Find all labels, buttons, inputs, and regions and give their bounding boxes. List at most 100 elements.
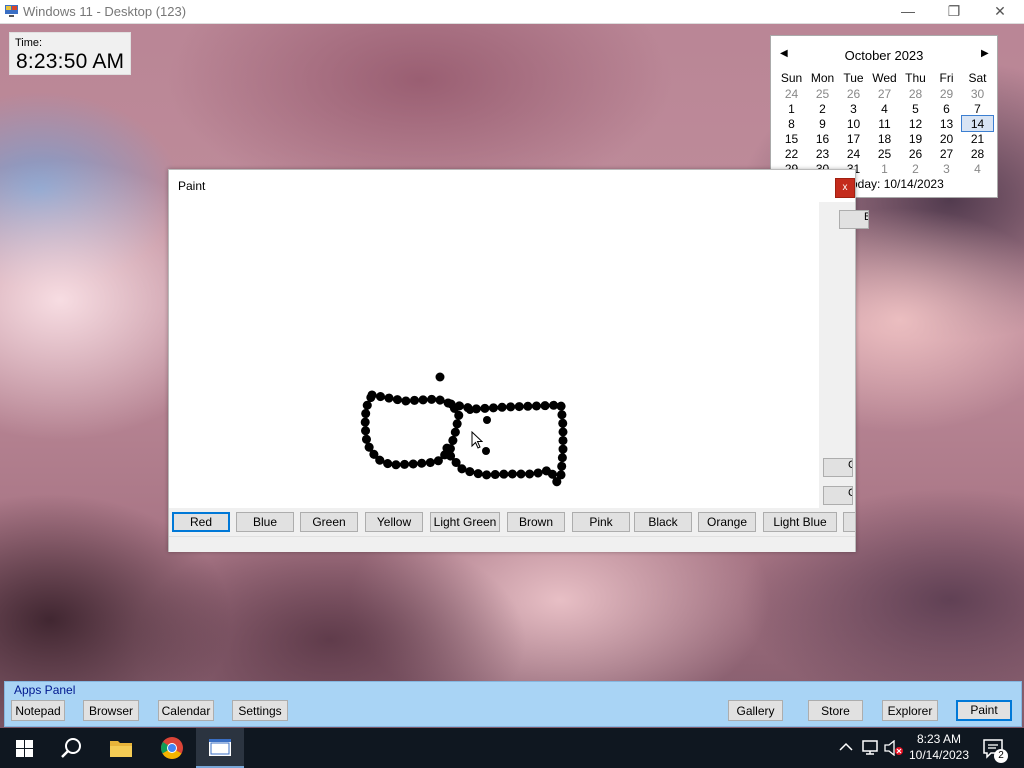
calendar-day[interactable]: 1 <box>869 161 900 176</box>
calendar-day[interactable]: 5 <box>900 101 931 116</box>
notification-count: 2 <box>998 750 1004 761</box>
calendar-day[interactable]: 13 <box>931 116 962 131</box>
color-button-yellow[interactable]: Yellow <box>365 512 423 532</box>
calendar-today-label[interactable]: Today: 10/14/2023 <box>845 177 944 191</box>
calendar-day[interactable]: 15 <box>776 131 807 146</box>
calendar-day[interactable]: 4 <box>962 161 993 176</box>
color-button-partial[interactable] <box>843 512 855 532</box>
close-button[interactable]: ✕ <box>977 0 1023 23</box>
calendar-dow: Mon <box>810 70 835 85</box>
app-window-icon <box>209 739 231 756</box>
calendar-day[interactable]: 19 <box>900 131 931 146</box>
chevron-up-icon[interactable] <box>839 742 853 752</box>
minimize-button[interactable]: — <box>885 0 931 23</box>
calendar-day[interactable]: 11 <box>869 116 900 131</box>
gallery-button[interactable]: Gallery <box>728 700 783 721</box>
paint-title-bar[interactable]: Paint <box>169 170 855 202</box>
start-button[interactable] <box>0 728 48 768</box>
file-explorer-button[interactable] <box>97 728 145 768</box>
search-button[interactable] <box>48 728 96 768</box>
calendar-day[interactable]: 4 <box>869 101 900 116</box>
color-button-blue[interactable]: Blue <box>236 512 294 532</box>
calendar-day[interactable]: 6 <box>931 101 962 116</box>
drawing-strokes <box>360 372 568 487</box>
calendar-day[interactable]: 16 <box>807 131 838 146</box>
host-title-bar: Windows 11 - Desktop (123) — ❐ ✕ <box>0 0 1024 24</box>
calendar-day[interactable]: 2 <box>807 101 838 116</box>
calendar-day[interactable]: 20 <box>931 131 962 146</box>
calendar-day[interactable]: 3 <box>838 101 869 116</box>
remote-desktop-icon <box>5 5 18 17</box>
calendar-day[interactable]: 24 <box>838 146 869 161</box>
color-button-bar: Red Blue Green Yellow Light Green Brown … <box>169 510 855 534</box>
calendar-dow: Fri <box>939 70 954 85</box>
paint-button[interactable]: Paint <box>956 700 1012 721</box>
paint-window-title: Paint <box>178 179 206 193</box>
calendar-day[interactable]: 2 <box>900 161 931 176</box>
calendar-next-button[interactable]: ▶ <box>981 48 989 59</box>
chrome-button[interactable] <box>148 728 196 768</box>
calendar-day[interactable]: 9 <box>807 116 838 131</box>
apps-panel: Apps Panel Notepad Browser Calendar Sett… <box>4 681 1022 727</box>
calendar-day[interactable]: 26 <box>900 146 931 161</box>
calendar-button[interactable]: Calendar <box>158 700 214 721</box>
calendar-dow: Tue <box>843 70 864 85</box>
maximize-button[interactable]: ❐ <box>931 0 977 23</box>
browser-button[interactable]: Browser <box>83 700 139 721</box>
host-window-title: Windows 11 - Desktop (123) <box>23 4 187 19</box>
volume-muted-icon[interactable] <box>884 740 904 756</box>
color-button-pink[interactable]: Pink <box>572 512 630 532</box>
side-button[interactable]: B <box>839 210 869 229</box>
color-button-light-blue[interactable]: Light Blue <box>763 512 837 532</box>
side-button[interactable]: C <box>823 486 853 505</box>
calendar-day[interactable]: 30 <box>962 86 993 101</box>
app-window-button[interactable] <box>196 728 244 768</box>
calendar-day[interactable]: 8 <box>776 116 807 131</box>
calendar-day[interactable]: 3 <box>931 161 962 176</box>
apps-panel-title: Apps Panel <box>14 683 76 697</box>
calendar-day[interactable]: 12 <box>900 116 931 131</box>
network-icon[interactable] <box>862 740 880 756</box>
calendar-day[interactable]: 7 <box>962 101 993 116</box>
calendar-day[interactable]: 27 <box>931 146 962 161</box>
calendar-day[interactable]: 25 <box>869 146 900 161</box>
clock-widget: Time: 8:23:50 AM <box>9 32 131 75</box>
calendar-day[interactable]: 22 <box>776 146 807 161</box>
calendar-day[interactable]: 10 <box>838 116 869 131</box>
calendar-grid: Sun Mon Tue Wed Thu Fri Sat 24 25 26 27 … <box>776 69 994 176</box>
paint-bottom-strip <box>169 536 855 552</box>
chrome-icon <box>161 737 183 759</box>
calendar-day[interactable]: 17 <box>838 131 869 146</box>
calendar-day[interactable]: 28 <box>962 146 993 161</box>
clock-label: Time: <box>15 37 43 49</box>
calendar-day[interactable]: 1 <box>776 101 807 116</box>
calendar-day[interactable]: 25 <box>807 86 838 101</box>
calendar-day[interactable]: 18 <box>869 131 900 146</box>
color-button-black[interactable]: Black <box>634 512 692 532</box>
calendar-day[interactable]: 29 <box>931 86 962 101</box>
notepad-button[interactable]: Notepad <box>11 700 65 721</box>
calendar-day[interactable]: 24 <box>776 86 807 101</box>
color-button-orange[interactable]: Orange <box>698 512 756 532</box>
color-button-light-green[interactable]: Light Green <box>430 512 500 532</box>
store-button[interactable]: Store <box>808 700 863 721</box>
paint-close-button[interactable]: x <box>835 178 855 198</box>
calendar-day[interactable]: 23 <box>807 146 838 161</box>
color-button-green[interactable]: Green <box>300 512 358 532</box>
color-button-red[interactable]: Red <box>172 512 230 532</box>
paint-canvas[interactable] <box>169 202 819 508</box>
settings-button[interactable]: Settings <box>232 700 288 721</box>
color-button-brown[interactable]: Brown <box>507 512 565 532</box>
explorer-button[interactable]: Explorer <box>882 700 938 721</box>
calendar-day[interactable]: 28 <box>900 86 931 101</box>
calendar-day-selected[interactable]: 14 <box>961 115 994 132</box>
paint-window: Paint x B C C Red Blue Green Yellow Ligh… <box>168 169 869 552</box>
start-icon <box>16 740 33 757</box>
paint-side-panel: B C C <box>819 202 869 508</box>
calendar-day[interactable]: 26 <box>838 86 869 101</box>
mouse-cursor-icon <box>471 431 483 449</box>
calendar-day[interactable]: 21 <box>962 131 993 146</box>
search-icon <box>61 738 81 758</box>
calendar-day[interactable]: 27 <box>869 86 900 101</box>
side-button[interactable]: C <box>823 458 853 477</box>
